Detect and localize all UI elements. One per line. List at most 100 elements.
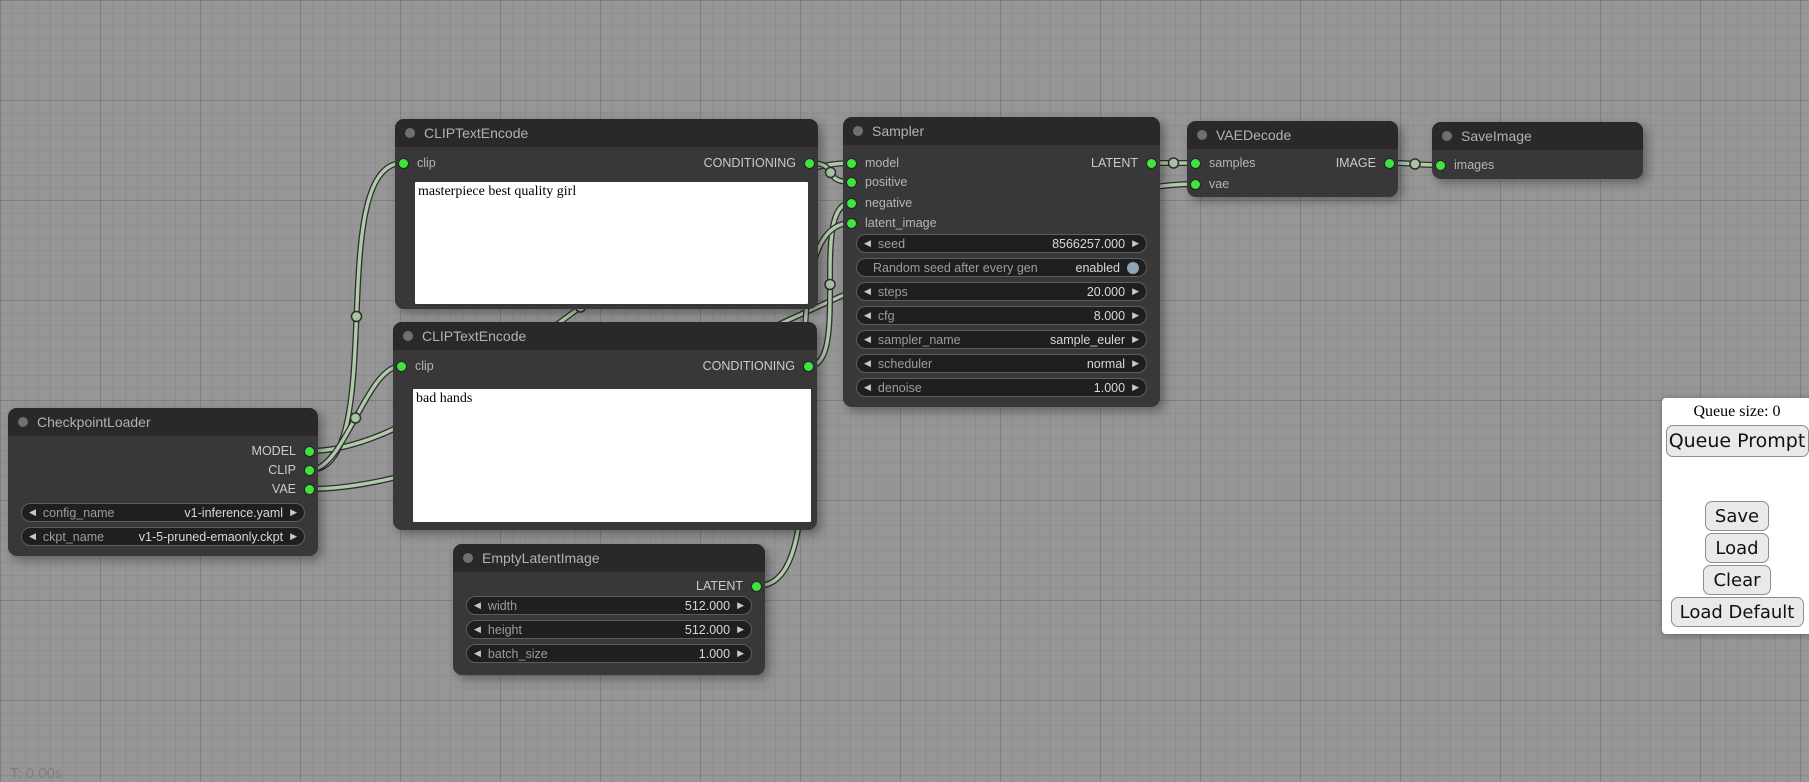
node-cliptextencode-positive[interactable]: CLIPTextEncode clip CONDITIONING masterp… — [395, 119, 818, 309]
widget-scheduler[interactable]: ◀ scheduler normal ▶ — [856, 354, 1147, 373]
decrement-arrow-icon[interactable]: ◀ — [29, 508, 36, 517]
input-port-icon[interactable] — [1191, 159, 1200, 168]
output-port-icon[interactable] — [752, 582, 761, 591]
decrement-arrow-icon[interactable]: ◀ — [29, 532, 36, 541]
collapse-dot-icon[interactable] — [463, 553, 473, 563]
input-port-icon[interactable] — [399, 159, 408, 168]
input-latent-image[interactable]: latent_image — [847, 214, 937, 232]
input-port-icon[interactable] — [847, 178, 856, 187]
output-vae[interactable]: VAE — [272, 480, 314, 498]
output-latent[interactable]: LATENT — [1091, 154, 1156, 172]
increment-arrow-icon[interactable]: ▶ — [290, 508, 297, 517]
decrement-arrow-icon[interactable]: ◀ — [474, 649, 481, 658]
input-clip[interactable]: clip — [397, 357, 434, 375]
collapse-dot-icon[interactable] — [403, 331, 413, 341]
widget-seed[interactable]: ◀ seed 8566257.000 ▶ — [856, 234, 1147, 253]
collapse-dot-icon[interactable] — [853, 126, 863, 136]
collapse-dot-icon[interactable] — [1197, 130, 1207, 140]
output-port-icon[interactable] — [1147, 159, 1156, 168]
link-midpoint-dot[interactable] — [1410, 159, 1420, 169]
widget-ckpt-name[interactable]: ◀ ckpt_name v1-5-pruned-emaonly.ckpt ▶ — [21, 527, 305, 546]
input-port-icon[interactable] — [847, 199, 856, 208]
output-conditioning[interactable]: CONDITIONING — [703, 357, 813, 375]
input-port-icon[interactable] — [847, 159, 856, 168]
decrement-arrow-icon[interactable]: ◀ — [864, 311, 871, 320]
link-midpoint-dot[interactable] — [1169, 158, 1179, 168]
widget-denoise[interactable]: ◀ denoise 1.000 ▶ — [856, 378, 1147, 397]
node-title-bar[interactable]: VAEDecode — [1187, 121, 1398, 149]
collapse-dot-icon[interactable] — [18, 417, 28, 427]
node-saveimage[interactable]: SaveImage images — [1432, 122, 1643, 179]
increment-arrow-icon[interactable]: ▶ — [1132, 311, 1139, 320]
negative-prompt-textarea[interactable]: bad hands — [413, 389, 811, 522]
link-midpoint-dot[interactable] — [351, 413, 361, 423]
input-samples[interactable]: samples — [1191, 154, 1256, 172]
input-port-icon[interactable] — [1191, 180, 1200, 189]
load-button[interactable]: Load — [1705, 533, 1768, 563]
node-title-bar[interactable]: CLIPTextEncode — [393, 322, 817, 350]
node-title-bar[interactable]: EmptyLatentImage — [453, 544, 765, 572]
decrement-arrow-icon[interactable]: ◀ — [864, 383, 871, 392]
node-title-bar[interactable]: SaveImage — [1432, 122, 1643, 150]
increment-arrow-icon[interactable]: ▶ — [1132, 383, 1139, 392]
widget-batch-size[interactable]: ◀ batch_size 1.000 ▶ — [466, 644, 752, 663]
input-positive[interactable]: positive — [847, 173, 907, 191]
clear-button[interactable]: Clear — [1703, 565, 1770, 595]
increment-arrow-icon[interactable]: ▶ — [1132, 287, 1139, 296]
node-title-bar[interactable]: CheckpointLoader — [8, 408, 318, 436]
widget-config-name[interactable]: ◀ config_name v1-inference.yaml ▶ — [21, 503, 305, 522]
increment-arrow-icon[interactable]: ▶ — [1132, 359, 1139, 368]
increment-arrow-icon[interactable]: ▶ — [737, 601, 744, 610]
widget-steps[interactable]: ◀ steps 20.000 ▶ — [856, 282, 1147, 301]
node-sampler[interactable]: Sampler model positive negative latent_i… — [843, 117, 1160, 407]
widget-cfg[interactable]: ◀ cfg 8.000 ▶ — [856, 306, 1147, 325]
input-port-icon[interactable] — [1436, 161, 1445, 170]
output-port-icon[interactable] — [305, 466, 314, 475]
queue-prompt-button[interactable]: Queue Prompt — [1666, 425, 1809, 457]
decrement-arrow-icon[interactable]: ◀ — [864, 359, 871, 368]
increment-arrow-icon[interactable]: ▶ — [737, 649, 744, 658]
output-image[interactable]: IMAGE — [1336, 154, 1394, 172]
decrement-arrow-icon[interactable]: ◀ — [864, 335, 871, 344]
toggle-dot-icon[interactable] — [1127, 262, 1139, 274]
node-title-bar[interactable]: CLIPTextEncode — [395, 119, 818, 147]
node-vaedecode[interactable]: VAEDecode samples vae IMAGE — [1187, 121, 1398, 197]
widget-height[interactable]: ◀ height 512.000 ▶ — [466, 620, 752, 639]
graph-canvas[interactable]: { "colors": { "port_green": "#3fe43f", "… — [0, 0, 1809, 782]
link-midpoint-dot[interactable] — [352, 312, 362, 322]
save-button[interactable]: Save — [1705, 501, 1769, 531]
output-latent[interactable]: LATENT — [696, 577, 761, 595]
link-midpoint-dot[interactable] — [826, 168, 836, 178]
input-vae[interactable]: vae — [1191, 175, 1229, 193]
input-port-icon[interactable] — [847, 219, 856, 228]
decrement-arrow-icon[interactable]: ◀ — [474, 625, 481, 634]
positive-prompt-textarea[interactable]: masterpiece best quality girl — [415, 182, 808, 304]
output-port-icon[interactable] — [805, 159, 814, 168]
link-midpoint-dot[interactable] — [825, 280, 835, 290]
widget-sampler-name[interactable]: ◀ sampler_name sample_euler ▶ — [856, 330, 1147, 349]
output-port-icon[interactable] — [305, 447, 314, 456]
input-negative[interactable]: negative — [847, 194, 912, 212]
input-model[interactable]: model — [847, 154, 899, 172]
node-emptylatentimage[interactable]: EmptyLatentImage LATENT ◀ width 512.000 … — [453, 544, 765, 675]
collapse-dot-icon[interactable] — [405, 128, 415, 138]
output-port-icon[interactable] — [1385, 159, 1394, 168]
input-images[interactable]: images — [1436, 156, 1494, 174]
node-cliptextencode-negative[interactable]: CLIPTextEncode clip CONDITIONING bad han… — [393, 322, 817, 530]
input-clip[interactable]: clip — [399, 154, 436, 172]
decrement-arrow-icon[interactable]: ◀ — [864, 287, 871, 296]
output-port-icon[interactable] — [305, 485, 314, 494]
input-port-icon[interactable] — [397, 362, 406, 371]
collapse-dot-icon[interactable] — [1442, 131, 1452, 141]
node-title-bar[interactable]: Sampler — [843, 117, 1160, 145]
increment-arrow-icon[interactable]: ▶ — [1132, 239, 1139, 248]
output-model[interactable]: MODEL — [252, 442, 314, 460]
widget-width[interactable]: ◀ width 512.000 ▶ — [466, 596, 752, 615]
decrement-arrow-icon[interactable]: ◀ — [474, 601, 481, 610]
increment-arrow-icon[interactable]: ▶ — [1132, 335, 1139, 344]
widget-random-seed-toggle[interactable]: Random seed after every gen enabled — [856, 258, 1147, 277]
output-conditioning[interactable]: CONDITIONING — [704, 154, 814, 172]
output-clip[interactable]: CLIP — [268, 461, 314, 479]
load-default-button[interactable]: Load Default — [1671, 597, 1804, 627]
decrement-arrow-icon[interactable]: ◀ — [864, 239, 871, 248]
